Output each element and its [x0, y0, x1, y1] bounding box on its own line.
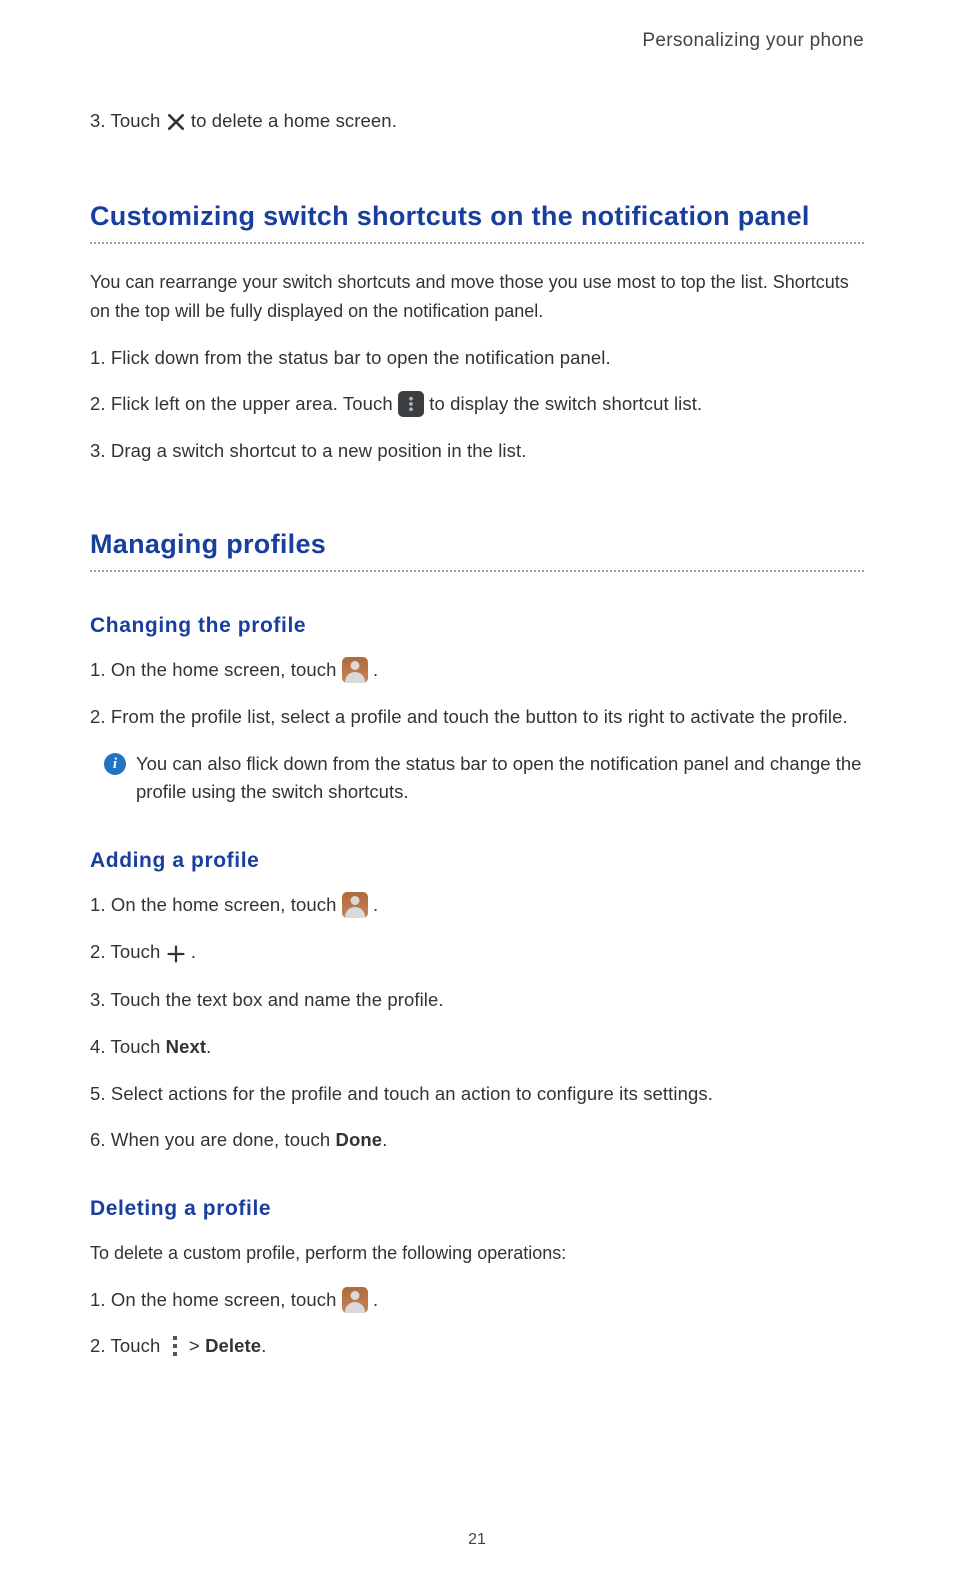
close-icon — [166, 109, 186, 138]
adding-step-4: 4. Touch Next. — [90, 1033, 864, 1062]
subsection-deleting-title: Deleting a profile — [90, 1197, 864, 1221]
step-number: 3. — [90, 440, 106, 461]
page-header: Personalizing your phone — [90, 30, 864, 52]
adding-step-5: 5. Select actions for the profile and to… — [90, 1080, 864, 1109]
step-text-pre: When you are done, touch — [111, 1129, 336, 1150]
manual-page: Personalizing your phone 3. Touch to del… — [0, 0, 954, 1577]
step-number: 1. — [90, 1289, 106, 1310]
changing-step-1: 1. On the home screen, touch . — [90, 656, 864, 685]
step-number: 5. — [90, 1083, 106, 1104]
step-number: 6. — [90, 1129, 106, 1150]
step-number: 2. — [90, 706, 106, 727]
step-text-pre: On the home screen, touch — [111, 659, 342, 680]
custom-step-3: 3. Drag a switch shortcut to a new posit… — [90, 437, 864, 466]
plus-icon — [166, 940, 186, 969]
step-number: 2. — [90, 393, 106, 414]
step-number: 3. — [90, 110, 106, 131]
custom-step-2: 2. Flick left on the upper area. Touch t… — [90, 390, 864, 419]
profile-app-icon — [342, 1287, 368, 1313]
step-text: From the profile list, select a profile … — [111, 706, 848, 727]
step-text: Flick down from the status bar to open t… — [111, 347, 611, 368]
section-profiles-title: Managing profiles — [90, 526, 864, 562]
step-text: Drag a switch shortcut to a new position… — [111, 440, 527, 461]
adding-step-3: 3. Touch the text box and name the profi… — [90, 986, 864, 1015]
note-text: You can also flick down from the status … — [126, 750, 864, 807]
profile-app-icon — [342, 892, 368, 918]
step-bold: Next — [166, 1036, 207, 1057]
step-text: Select actions for the profile and touch… — [111, 1083, 713, 1104]
changing-step-2: 2. From the profile list, select a profi… — [90, 703, 864, 732]
section-custom-intro: You can rearrange your switch shortcuts … — [90, 268, 864, 326]
step-text-pre: Touch — [111, 1335, 166, 1356]
deleting-step-1: 1. On the home screen, touch . — [90, 1286, 864, 1315]
step-number: 3. — [90, 989, 106, 1010]
adding-step-1: 1. On the home screen, touch . — [90, 891, 864, 920]
step-number: 2. — [90, 1335, 106, 1356]
step-number: 2. — [90, 941, 106, 962]
step-text-post: . — [191, 941, 196, 962]
section-divider — [90, 242, 864, 244]
step-text-post: . — [373, 894, 378, 915]
step-text-pre: On the home screen, touch — [111, 1289, 342, 1310]
step-text-mid: > — [189, 1335, 205, 1356]
overflow-menu-icon — [166, 1336, 184, 1356]
subsection-changing-title: Changing the profile — [90, 614, 864, 638]
adding-step-2: 2. Touch . — [90, 938, 864, 969]
step-text-pre: On the home screen, touch — [111, 894, 342, 915]
section-custom-title: Customizing switch shortcuts on the noti… — [90, 198, 864, 234]
adding-step-6: 6. When you are done, touch Done. — [90, 1126, 864, 1155]
profile-app-icon — [342, 657, 368, 683]
changing-note: i You can also flick down from the statu… — [104, 750, 864, 807]
custom-step-1: 1. Flick down from the status bar to ope… — [90, 344, 864, 373]
step-bold: Delete — [205, 1335, 261, 1356]
info-icon: i — [104, 753, 126, 775]
page-number: 21 — [0, 1531, 954, 1549]
deleting-intro: To delete a custom profile, perform the … — [90, 1239, 864, 1268]
section-divider — [90, 570, 864, 572]
step-text-post: . — [373, 659, 378, 680]
step-text-pre: Touch — [111, 110, 166, 131]
step-text-post: . — [373, 1289, 378, 1310]
step-text-post: to display the switch shortcut list. — [429, 393, 702, 414]
step-text: Touch the text box and name the profile. — [111, 989, 444, 1010]
step-text-pre: Touch — [111, 1036, 166, 1057]
step-number: 4. — [90, 1036, 106, 1057]
step-text-post: . — [382, 1129, 387, 1150]
step-text-post: . — [206, 1036, 211, 1057]
step-number: 1. — [90, 659, 106, 680]
step-number: 1. — [90, 347, 106, 368]
intro-step-3: 3. Touch to delete a home screen. — [90, 107, 864, 138]
subsection-adding-title: Adding a profile — [90, 849, 864, 873]
menu-button-icon — [398, 391, 424, 417]
deleting-step-2: 2. Touch > Delete. — [90, 1332, 864, 1361]
step-text-pre: Touch — [111, 941, 166, 962]
step-number: 1. — [90, 894, 106, 915]
step-text-pre: Flick left on the upper area. Touch — [111, 393, 398, 414]
step-bold: Done — [336, 1129, 383, 1150]
step-text-post: . — [261, 1335, 266, 1356]
step-text-post: to delete a home screen. — [191, 110, 397, 131]
